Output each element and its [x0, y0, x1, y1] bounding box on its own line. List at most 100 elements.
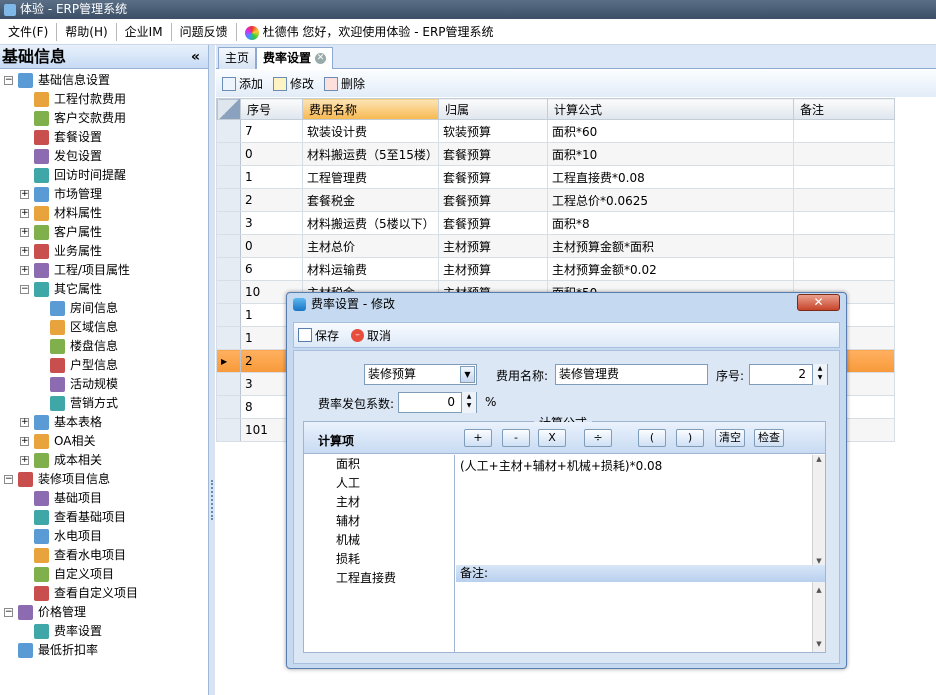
table-cell[interactable] [793, 188, 895, 212]
tree-node[interactable]: 最低折扣率 [18, 641, 98, 660]
table-cell[interactable]: 0 [240, 234, 303, 258]
tree-node[interactable]: 查看自定义项目 [34, 584, 138, 603]
tree-expander[interactable]: − [4, 608, 13, 617]
row-indicator[interactable] [216, 418, 241, 442]
calc-item[interactable]: 面积 [304, 455, 454, 474]
tree-node[interactable]: 市场管理 [34, 185, 102, 204]
table-row[interactable]: 3 材料搬运费（5楼以下） 套餐预算 面积*8 [216, 211, 895, 235]
op-minus-button[interactable]: - [502, 429, 530, 447]
tree-node[interactable]: 楼盘信息 [50, 337, 118, 356]
calc-item[interactable]: 人工 [304, 474, 454, 493]
tab-close-icon[interactable]: ✕ [315, 53, 327, 64]
tree-node[interactable]: 户型信息 [50, 356, 118, 375]
tree-node[interactable]: 其它属性 [34, 280, 102, 299]
table-cell[interactable]: 2 [240, 188, 303, 212]
tree-expander[interactable]: − [4, 475, 13, 484]
table-cell[interactable]: 0 [240, 142, 303, 166]
op-divide-button[interactable]: ÷ [584, 429, 612, 447]
table-row[interactable]: 2 套餐税金 套餐预算 工程总价*0.0625 [216, 188, 895, 212]
op-rparen-button[interactable]: ) [676, 429, 704, 447]
tree-node[interactable]: 成本相关 [34, 451, 102, 470]
remark-textarea[interactable] [456, 582, 825, 652]
menu-im[interactable]: 企业IM [117, 23, 171, 40]
tree-node[interactable]: 费率设置 [34, 622, 102, 641]
tree-node[interactable]: 回访时间提醒 [34, 166, 126, 185]
tree-expander[interactable]: − [20, 285, 29, 294]
fee-name-input[interactable]: 装修管理费 [555, 364, 708, 385]
tree-node[interactable]: 房间信息 [50, 299, 118, 318]
op-multiply-button[interactable]: X [538, 429, 566, 447]
tree-expander[interactable]: + [20, 247, 29, 256]
table-row[interactable]: 1 工程管理费 套餐预算 工程直接费*0.08 [216, 165, 895, 189]
tree-node[interactable]: 基础项目 [34, 489, 102, 508]
check-button[interactable]: 检查 [754, 429, 784, 447]
edit-button[interactable]: 修改 [273, 75, 314, 92]
tree-node[interactable]: 业务属性 [34, 242, 102, 261]
tree-node[interactable]: 客户属性 [34, 223, 102, 242]
formula-textarea[interactable]: (人工+主材+辅材+机械+损耗)*0.08 [456, 455, 825, 565]
table-cell[interactable]: 材料运输费 [302, 257, 439, 281]
table-cell[interactable]: 面积*8 [547, 211, 794, 235]
menu-file[interactable]: 文件(F) [0, 23, 56, 40]
dialog-close-button[interactable]: ✕ [797, 294, 840, 311]
formula-scrollbar[interactable]: ▲ ▼ [812, 455, 825, 565]
tree-expander[interactable]: + [20, 209, 29, 218]
delete-button[interactable]: 删除 [324, 75, 365, 92]
row-indicator[interactable] [216, 395, 241, 419]
table-cell[interactable]: 7 [240, 119, 303, 143]
tree-expander[interactable]: + [20, 456, 29, 465]
tree-node[interactable]: 活动规模 [50, 375, 118, 394]
col-header-remark[interactable]: 备注 [793, 98, 895, 120]
table-cell[interactable]: 面积*60 [547, 119, 794, 143]
table-cell[interactable]: 工程总价*0.0625 [547, 188, 794, 212]
table-cell[interactable]: 套餐税金 [302, 188, 439, 212]
table-cell[interactable]: 1 [240, 165, 303, 189]
add-button[interactable]: 添加 [222, 75, 263, 92]
table-cell[interactable]: 主材预算金额*面积 [547, 234, 794, 258]
save-button[interactable]: 保存 [298, 327, 339, 344]
table-cell[interactable] [793, 234, 895, 258]
table-cell[interactable]: 软装设计费 [302, 119, 439, 143]
calc-item[interactable]: 机械 [304, 531, 454, 550]
table-cell[interactable]: 3 [240, 211, 303, 235]
row-indicator[interactable] [216, 119, 241, 143]
table-cell[interactable]: 主材预算 [438, 234, 548, 258]
table-cell[interactable] [793, 211, 895, 235]
table-cell[interactable]: 工程直接费*0.08 [547, 165, 794, 189]
tree-node[interactable]: 价格管理 [18, 603, 86, 622]
col-header-seq[interactable]: 序号 [240, 98, 303, 120]
table-cell[interactable]: 材料搬运费（5至15楼） [302, 142, 439, 166]
row-indicator[interactable] [216, 303, 241, 327]
tree-node[interactable]: 自定义项目 [34, 565, 114, 584]
col-header-formula[interactable]: 计算公式 [547, 98, 794, 120]
row-indicator[interactable] [216, 280, 241, 304]
table-cell[interactable]: 套餐预算 [438, 188, 548, 212]
clear-button[interactable]: 清空 [715, 429, 745, 447]
calc-item[interactable]: 工程直接费 [304, 569, 454, 588]
seq-spin-icon[interactable]: ▲ ▼ [812, 364, 827, 385]
tree-expander[interactable]: + [20, 437, 29, 446]
tab-home[interactable]: 主页 [218, 47, 257, 69]
cancel-button[interactable]: – 取消 [351, 327, 391, 344]
table-cell[interactable] [793, 142, 895, 166]
row-indicator[interactable] [216, 142, 241, 166]
row-indicator[interactable] [216, 372, 241, 396]
row-indicator[interactable] [216, 234, 241, 258]
tree-node[interactable]: 基本表格 [34, 413, 102, 432]
table-cell[interactable] [793, 257, 895, 281]
row-indicator[interactable] [216, 188, 241, 212]
table-cell[interactable]: 软装预算 [438, 119, 548, 143]
table-cell[interactable]: 材料搬运费（5楼以下） [302, 211, 439, 235]
table-cell[interactable]: 套餐预算 [438, 165, 548, 189]
tree-node[interactable]: 工程/项目属性 [34, 261, 130, 280]
col-header-category[interactable]: 归属 [438, 98, 548, 120]
grid-corner[interactable] [216, 98, 241, 120]
remark-scrollbar[interactable]: ▲ ▼ [812, 582, 825, 652]
chevron-down-icon[interactable]: ▼ [460, 366, 475, 383]
tab-fee-settings[interactable]: 费率设置 ✕ [256, 47, 334, 69]
table-cell[interactable]: 套餐预算 [438, 211, 548, 235]
calc-item[interactable]: 辅材 [304, 512, 454, 531]
tree-node[interactable]: 水电项目 [34, 527, 102, 546]
row-indicator[interactable] [216, 165, 241, 189]
tree-node[interactable]: 查看基础项目 [34, 508, 126, 527]
